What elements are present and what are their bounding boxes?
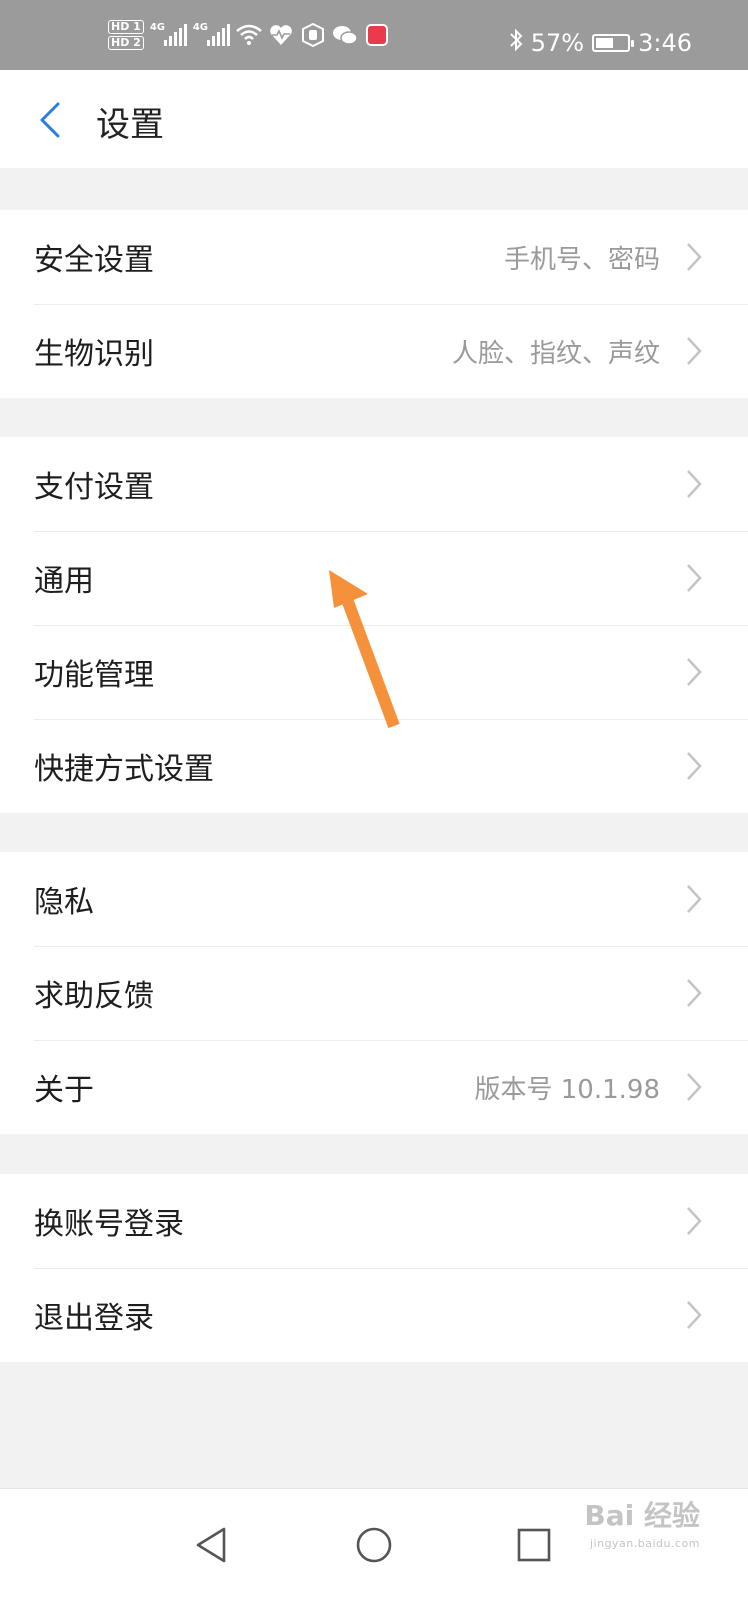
list-item-privacy[interactable]: 隐私 <box>0 852 748 946</box>
list-item-label: 求助反馈 <box>34 979 154 1014</box>
list-item-value: 人脸、指纹、声纹 <box>451 338 660 369</box>
list-item-label: 关于 <box>34 1073 94 1108</box>
chevron-right-icon <box>687 885 702 913</box>
wechat-icon <box>332 22 358 48</box>
chevron-right-icon <box>687 658 702 686</box>
chevron-right-icon <box>687 564 702 592</box>
list-item-label: 生物识别 <box>34 337 154 372</box>
list-item-security[interactable]: 安全设置 手机号、密码 <box>0 210 748 304</box>
list-item-about[interactable]: 关于 版本号 10.1.98 <box>0 1040 748 1134</box>
status-bar: HD 1 HD 2 4G 4G 57% 3:46 <box>0 0 748 70</box>
list-item-switch-account[interactable]: 换账号登录 <box>0 1174 748 1268</box>
list-item-biometrics[interactable]: 生物识别 人脸、指纹、声纹 <box>0 304 748 398</box>
watermark-logo-text: Bai 经验 <box>584 1499 700 1532</box>
status-left: HD 1 HD 2 4G 4G <box>108 18 390 52</box>
list-item-payment[interactable]: 支付设置 <box>0 437 748 531</box>
bluetooth-icon <box>509 28 523 58</box>
status-right: 57% 3:46 <box>509 26 692 60</box>
chevron-right-icon <box>687 979 702 1007</box>
app-icon <box>364 22 390 48</box>
hand-icon <box>300 22 326 48</box>
nav-home-icon[interactable] <box>348 1519 400 1571</box>
list-item-label: 功能管理 <box>34 658 154 693</box>
settings-group-4: 换账号登录 退出登录 <box>0 1174 748 1362</box>
page-title: 设置 <box>96 105 164 145</box>
list-item-value: 手机号、密码 <box>503 244 660 275</box>
nav-back-icon[interactable] <box>186 1519 238 1571</box>
list-item-label: 换账号登录 <box>34 1207 184 1242</box>
nav-recents-icon[interactable] <box>508 1519 560 1571</box>
chevron-right-icon <box>687 1301 702 1329</box>
battery-percent: 57% <box>530 29 585 57</box>
list-item-value: 版本号 10.1.98 <box>474 1074 660 1105</box>
battery-icon <box>592 34 635 52</box>
list-item-label: 快捷方式设置 <box>34 752 214 787</box>
hd-indicators: HD 1 HD 2 <box>108 20 144 50</box>
signal-icon-2: 4G <box>192 22 230 46</box>
signal-icon: 4G <box>149 22 187 46</box>
network-type-2: 4G <box>192 22 208 33</box>
watermark-url: jingyan.baidu.com <box>589 1537 700 1550</box>
network-type-1: 4G <box>149 22 165 33</box>
chevron-right-icon <box>687 1207 702 1235</box>
list-item-label: 退出登录 <box>34 1301 154 1336</box>
list-item-label: 通用 <box>34 564 94 599</box>
list-item-label: 隐私 <box>34 885 94 920</box>
chevron-right-icon <box>687 337 702 365</box>
baidu-watermark: Bai 经验 jingyan.baidu.com <box>584 1502 700 1558</box>
list-item-help[interactable]: 求助反馈 <box>0 946 748 1040</box>
app-header: 设置 <box>0 70 748 168</box>
chevron-right-icon <box>687 752 702 780</box>
list-item-logout[interactable]: 退出登录 <box>0 1268 748 1362</box>
chevron-right-icon <box>687 1073 702 1101</box>
settings-group-1: 安全设置 手机号、密码 生物识别 人脸、指纹、声纹 <box>0 210 748 398</box>
chevron-right-icon <box>687 470 702 498</box>
heart-rate-icon <box>268 22 294 48</box>
settings-group-3: 隐私 求助反馈 关于 版本号 10.1.98 <box>0 852 748 1134</box>
hd1-badge: HD 1 <box>108 20 144 34</box>
list-item-label: 支付设置 <box>34 470 154 505</box>
clock: 3:46 <box>638 29 692 57</box>
annotation-arrow-icon <box>329 570 400 729</box>
chevron-left-icon[interactable] <box>30 96 70 144</box>
list-item-label: 安全设置 <box>34 243 154 278</box>
wifi-icon <box>236 22 262 48</box>
hd2-badge: HD 2 <box>108 36 144 50</box>
chevron-right-icon <box>687 243 702 271</box>
